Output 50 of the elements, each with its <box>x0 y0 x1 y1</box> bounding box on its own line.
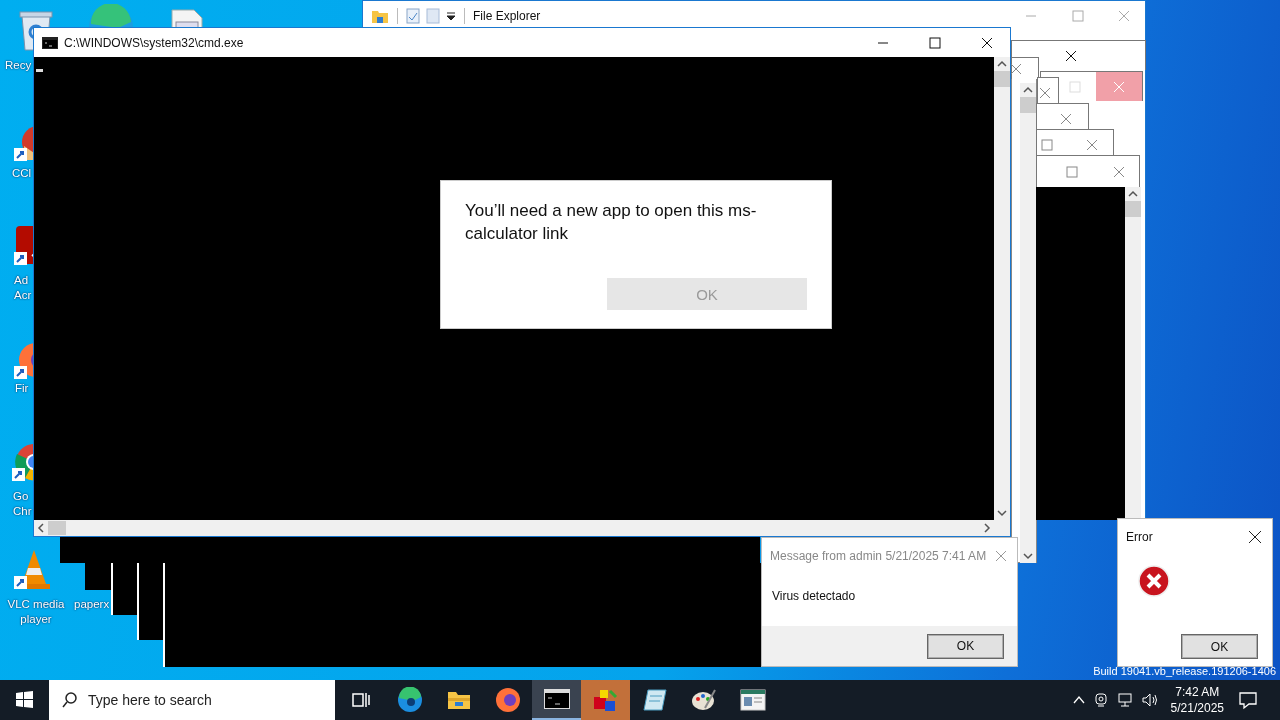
browser-icon[interactable] <box>494 687 521 713</box>
scroll-thumb[interactable] <box>1020 97 1036 113</box>
icon-label[interactable]: player <box>0 612 72 627</box>
scrollbar[interactable] <box>1125 187 1141 520</box>
dialog-message: You’ll need a new app to open this ms- calculator link <box>465 200 758 245</box>
network-icon[interactable] <box>1116 691 1135 709</box>
properties-icon[interactable] <box>406 8 420 24</box>
scroll-thumb[interactable] <box>1125 201 1141 217</box>
app-shortcut-icon[interactable] <box>14 224 33 268</box>
scroll-thumb[interactable] <box>48 521 66 535</box>
search-icon <box>61 691 79 709</box>
window-icon[interactable] <box>739 689 766 711</box>
browser-icon[interactable] <box>396 687 423 713</box>
notepad-icon[interactable] <box>641 688 668 712</box>
icon-label[interactable]: Chr <box>13 504 32 519</box>
clock-date[interactable]: 5/21/2025 <box>1170 700 1224 716</box>
window-title: C:\WINDOWS\system32\cmd.exe <box>64 35 244 50</box>
icon-label[interactable]: Fir <box>15 381 29 396</box>
task-view-icon[interactable] <box>350 690 371 710</box>
ok-button[interactable]: OK <box>928 634 1003 658</box>
dialog-message: Virus detectado <box>772 589 856 603</box>
window-title: File Explorer <box>473 9 541 23</box>
cubes-icon[interactable] <box>591 687 620 713</box>
search-field[interactable]: Type here to search <box>49 680 335 720</box>
notification-icon[interactable] <box>1238 690 1258 710</box>
icon-label[interactable]: paperx <box>74 597 110 612</box>
scroll-thumb[interactable] <box>994 71 1010 87</box>
scrollbar[interactable] <box>1020 83 1036 563</box>
palette-icon[interactable] <box>690 688 717 712</box>
clock-time[interactable]: 7:42 AM <box>1175 684 1220 700</box>
icon-label[interactable]: Recy <box>5 58 32 73</box>
icon-label[interactable]: Acr <box>14 288 32 303</box>
build-watermark-text: Build 19041.vb_release.191206-1406 <box>1093 665 1276 677</box>
dialog-title: Error <box>1126 530 1153 544</box>
terminal-icon[interactable] <box>543 689 570 709</box>
icon-label[interactable]: CCl <box>12 166 32 181</box>
error-icon <box>1138 565 1170 597</box>
speaker-icon[interactable] <box>1140 691 1159 709</box>
folder-icon[interactable] <box>446 689 471 711</box>
ok-button[interactable]: OK <box>1182 635 1257 658</box>
close-icon[interactable] <box>1065 50 1077 62</box>
icon-label[interactable]: Ad <box>14 273 32 288</box>
dialog-title: Message from admin 5/21/2025 7:41 AM <box>770 549 987 563</box>
taskbar-app[interactable] <box>532 680 581 720</box>
console-icon <box>42 36 58 49</box>
icon-label[interactable]: VLC media <box>0 597 72 612</box>
close-icon[interactable] <box>1248 530 1262 544</box>
icon-label[interactable]: Go <box>13 489 32 504</box>
text-cursor <box>36 69 43 72</box>
dropdown-icon[interactable] <box>446 11 456 21</box>
